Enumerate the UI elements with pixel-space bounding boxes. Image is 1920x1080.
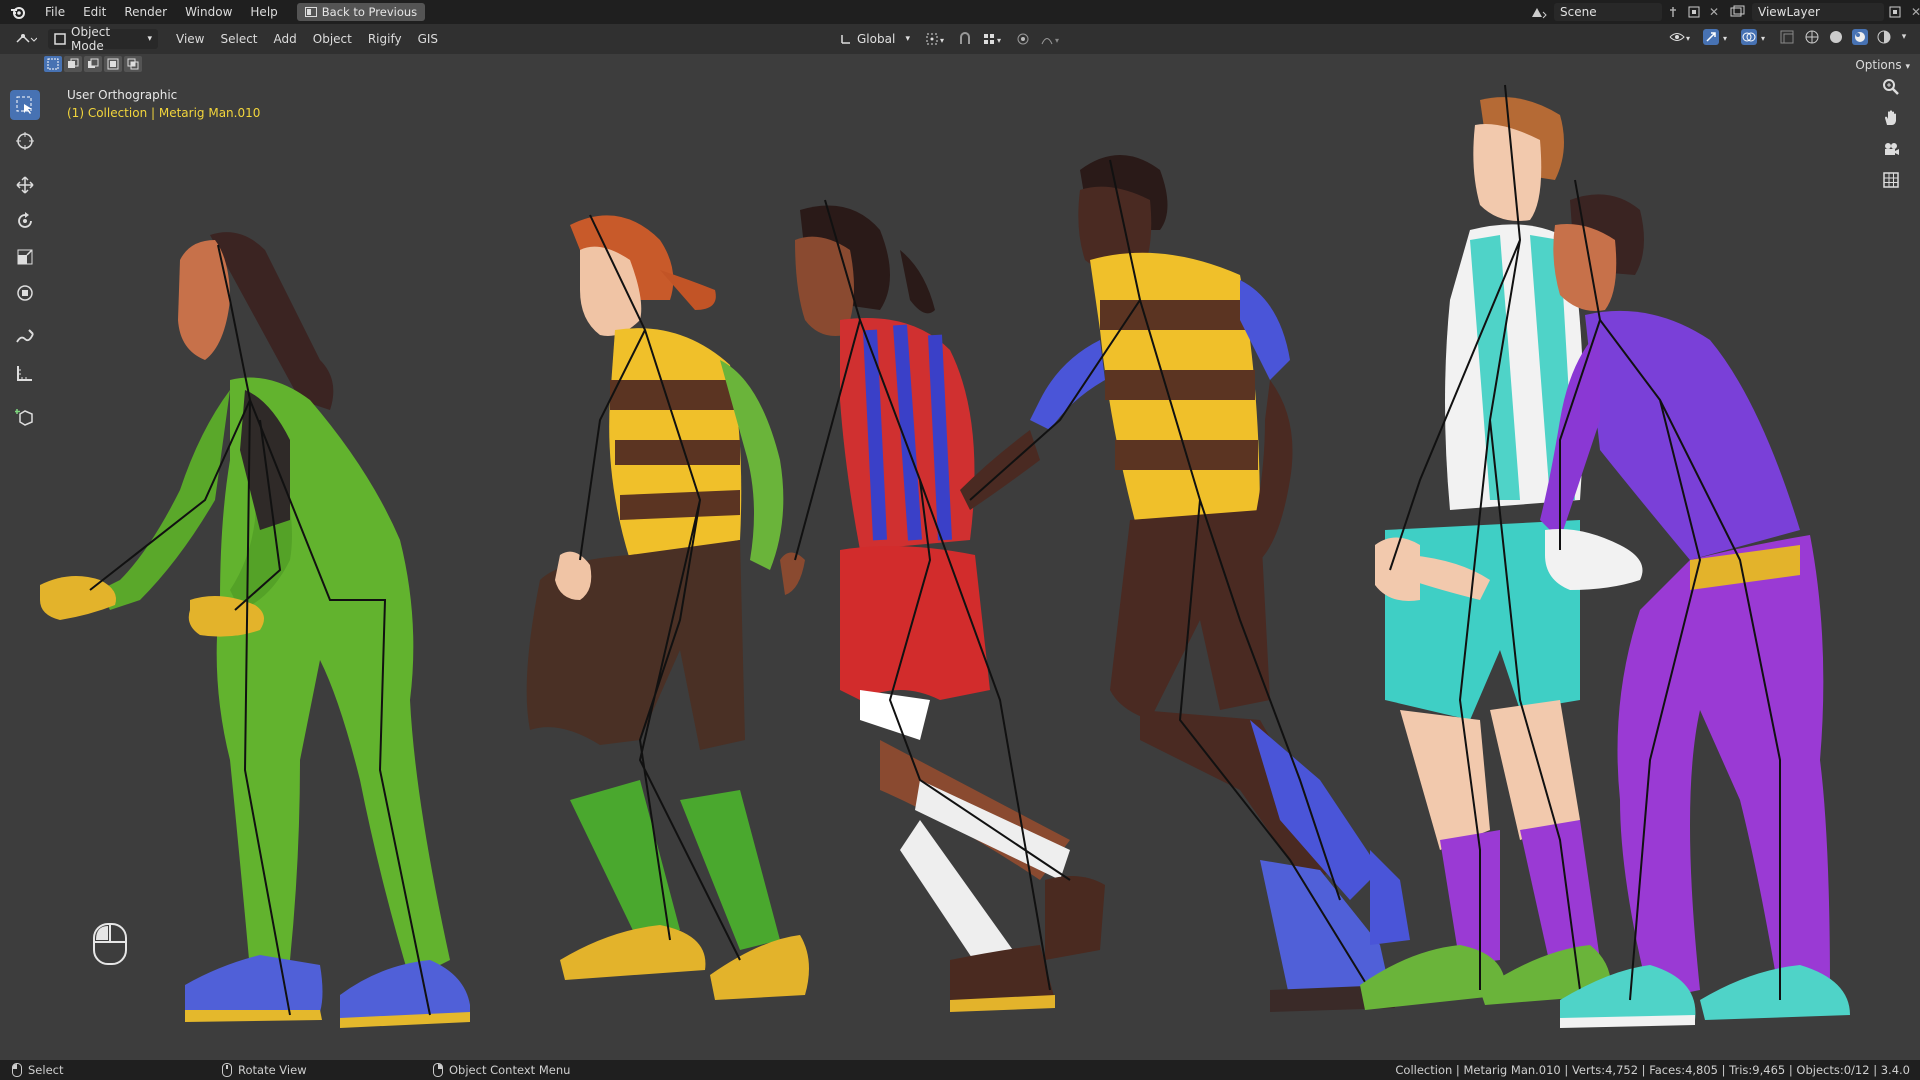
menu-view[interactable]: View <box>168 32 212 46</box>
scene-selector[interactable]: Scene ✕ <box>1524 3 1724 21</box>
scene-name-field[interactable]: Scene <box>1554 3 1662 21</box>
menu-add[interactable]: Add <box>266 32 305 46</box>
visibility-icon[interactable]: ▾ <box>1666 30 1696 44</box>
delete-view-layer-icon[interactable]: ✕ <box>1906 5 1920 19</box>
snap-target-icon[interactable]: ▾ <box>980 32 1008 46</box>
view-layer-name: ViewLayer <box>1758 5 1820 19</box>
scene-statistics: Collection | Metarig Man.010 | Verts:4,7… <box>1395 1063 1910 1077</box>
material-shading-icon[interactable] <box>1850 29 1870 45</box>
object-mode-label: Object Mode <box>71 25 111 53</box>
player-yellow-brown <box>526 214 809 1000</box>
mouse-middle-icon <box>222 1063 232 1077</box>
falloff-icon[interactable]: ▾ <box>1038 32 1066 46</box>
svg-text:▾: ▾ <box>1723 34 1727 43</box>
chevron-down-icon: ▾ <box>147 34 152 44</box>
svg-text:▾: ▾ <box>1686 34 1690 43</box>
menu-gis[interactable]: GIS <box>410 32 446 46</box>
wireframe-shading-icon[interactable] <box>1802 30 1822 44</box>
blender-logo-icon[interactable] <box>0 0 36 24</box>
back-to-previous-button[interactable]: Back to Previous <box>296 3 426 21</box>
viewport-header: Object Mode ▾ View Select Add Object Rig… <box>0 24 1920 54</box>
transform-orientation-dropdown[interactable]: Global ▾ <box>834 29 916 49</box>
menu-help[interactable]: Help <box>241 0 286 24</box>
view-layer-name-field[interactable]: ViewLayer <box>1752 3 1884 21</box>
chevron-down-icon: ▾ <box>905 34 910 44</box>
view-layer-selector[interactable]: ViewLayer ✕ <box>1724 3 1920 21</box>
svg-text:▾: ▾ <box>1055 36 1059 45</box>
scene-name: Scene <box>1560 5 1597 19</box>
status-bar: Select Rotate View Object Context Menu C… <box>0 1060 1920 1080</box>
menu-select[interactable]: Select <box>212 32 265 46</box>
object-mode-icon <box>54 33 66 45</box>
scene-render <box>40 84 1850 1028</box>
svg-text:▾: ▾ <box>940 36 944 45</box>
player-red-blue <box>780 199 1105 1012</box>
screen-icon <box>304 7 317 17</box>
transform-orientation-label: Global <box>857 32 896 46</box>
status-hint-select-label: Select <box>28 1063 64 1077</box>
status-hint-rotate-label: Rotate View <box>238 1063 307 1077</box>
3d-viewport[interactable]: User Orthographic (1) Collection | Metar… <box>0 54 1920 1060</box>
mouse-hint-icon <box>92 922 128 969</box>
mouse-right-icon <box>433 1063 443 1077</box>
editor-type-button[interactable] <box>10 29 42 49</box>
global-axes-icon <box>840 33 852 45</box>
menu-rigify[interactable]: Rigify <box>360 32 410 46</box>
new-view-layer-icon[interactable] <box>1884 6 1906 18</box>
menu-edit[interactable]: Edit <box>74 0 115 24</box>
shading-options-chevron-icon[interactable]: ▾ <box>1898 32 1910 42</box>
proportional-editing-icon[interactable] <box>1014 32 1032 46</box>
svg-text:▾: ▾ <box>1761 34 1765 43</box>
status-hint-context-menu: Object Context Menu <box>433 1063 570 1077</box>
status-hint-select: Select <box>12 1063 63 1077</box>
pin-icon[interactable] <box>1662 6 1684 18</box>
top-menu-bar: File Edit Render Window Help Back to Pre… <box>0 0 1920 24</box>
svg-text:▾: ▾ <box>997 36 1001 45</box>
delete-scene-icon[interactable]: ✕ <box>1704 5 1724 19</box>
menu-window[interactable]: Window <box>176 0 241 24</box>
new-scene-icon[interactable] <box>1684 6 1704 18</box>
menu-file[interactable]: File <box>36 0 74 24</box>
view-layer-icon <box>1724 5 1752 19</box>
status-hint-rotate: Rotate View <box>222 1063 307 1077</box>
menu-object[interactable]: Object <box>305 32 360 46</box>
mouse-left-icon <box>12 1063 22 1077</box>
player-yellow-blue-sleeves <box>960 155 1410 1012</box>
editor-type-icon <box>15 32 37 46</box>
snap-icon[interactable] <box>956 32 974 46</box>
object-mode-dropdown[interactable]: Object Mode ▾ <box>48 25 158 53</box>
rendered-shading-icon[interactable] <box>1874 30 1894 44</box>
pivot-point-icon[interactable]: ▾ <box>922 32 950 46</box>
gizmo-icon[interactable]: ▾ <box>1700 29 1734 45</box>
scene-icon <box>1524 5 1554 19</box>
solid-shading-icon[interactable] <box>1826 30 1846 44</box>
player-green-tracksuit <box>40 232 470 1028</box>
back-to-previous-label: Back to Previous <box>321 5 418 19</box>
overlays-icon[interactable]: ▾ <box>1738 29 1772 45</box>
status-hint-context-menu-label: Object Context Menu <box>449 1063 571 1077</box>
xray-icon[interactable] <box>1776 30 1798 44</box>
menu-render[interactable]: Render <box>115 0 176 24</box>
